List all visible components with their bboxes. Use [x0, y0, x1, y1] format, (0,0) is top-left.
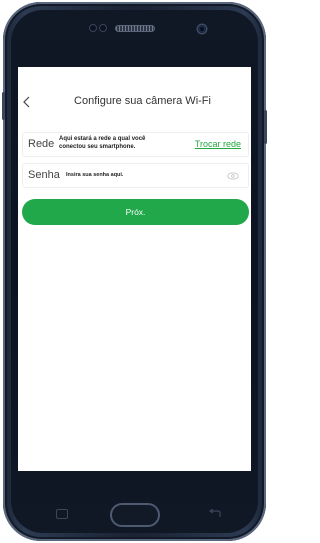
back-arrow-icon[interactable]: [207, 509, 223, 520]
password-label: Senha: [28, 169, 60, 181]
chevron-left-icon[interactable]: [20, 95, 34, 109]
password-input[interactable]: Insira sua senha aqui.: [66, 172, 123, 180]
proximity-sensor: [90, 25, 96, 31]
volume-button: [2, 92, 5, 120]
next-button[interactable]: Próx.: [22, 199, 249, 225]
network-hint-line-2: conectou seu smartphone.: [59, 143, 136, 150]
front-camera-icon: [198, 25, 206, 33]
network-row: Rede Aqui estará a rede a qual você cone…: [22, 132, 249, 157]
earpiece-speaker: [116, 26, 154, 31]
light-sensor: [100, 25, 106, 31]
app-screen: Configure sua câmera Wi-Fi Rede Aqui est…: [18, 67, 251, 471]
network-hint: Aqui estará a rede a qual você conectou …: [59, 136, 179, 151]
password-row[interactable]: Senha Insira sua senha aqui.: [22, 163, 249, 188]
power-button: [264, 110, 267, 144]
network-hint-line-1: Aqui estará a rede a qual você: [59, 136, 146, 142]
eye-icon[interactable]: [227, 171, 239, 181]
page-title: Configure sua câmera Wi-Fi: [74, 95, 211, 107]
recent-apps-icon[interactable]: [56, 509, 68, 519]
network-label: Rede: [28, 138, 55, 150]
home-button[interactable]: [110, 503, 160, 527]
change-network-link[interactable]: Trocar rede: [195, 139, 241, 149]
app-header: Configure sua câmera Wi-Fi: [18, 67, 251, 109]
